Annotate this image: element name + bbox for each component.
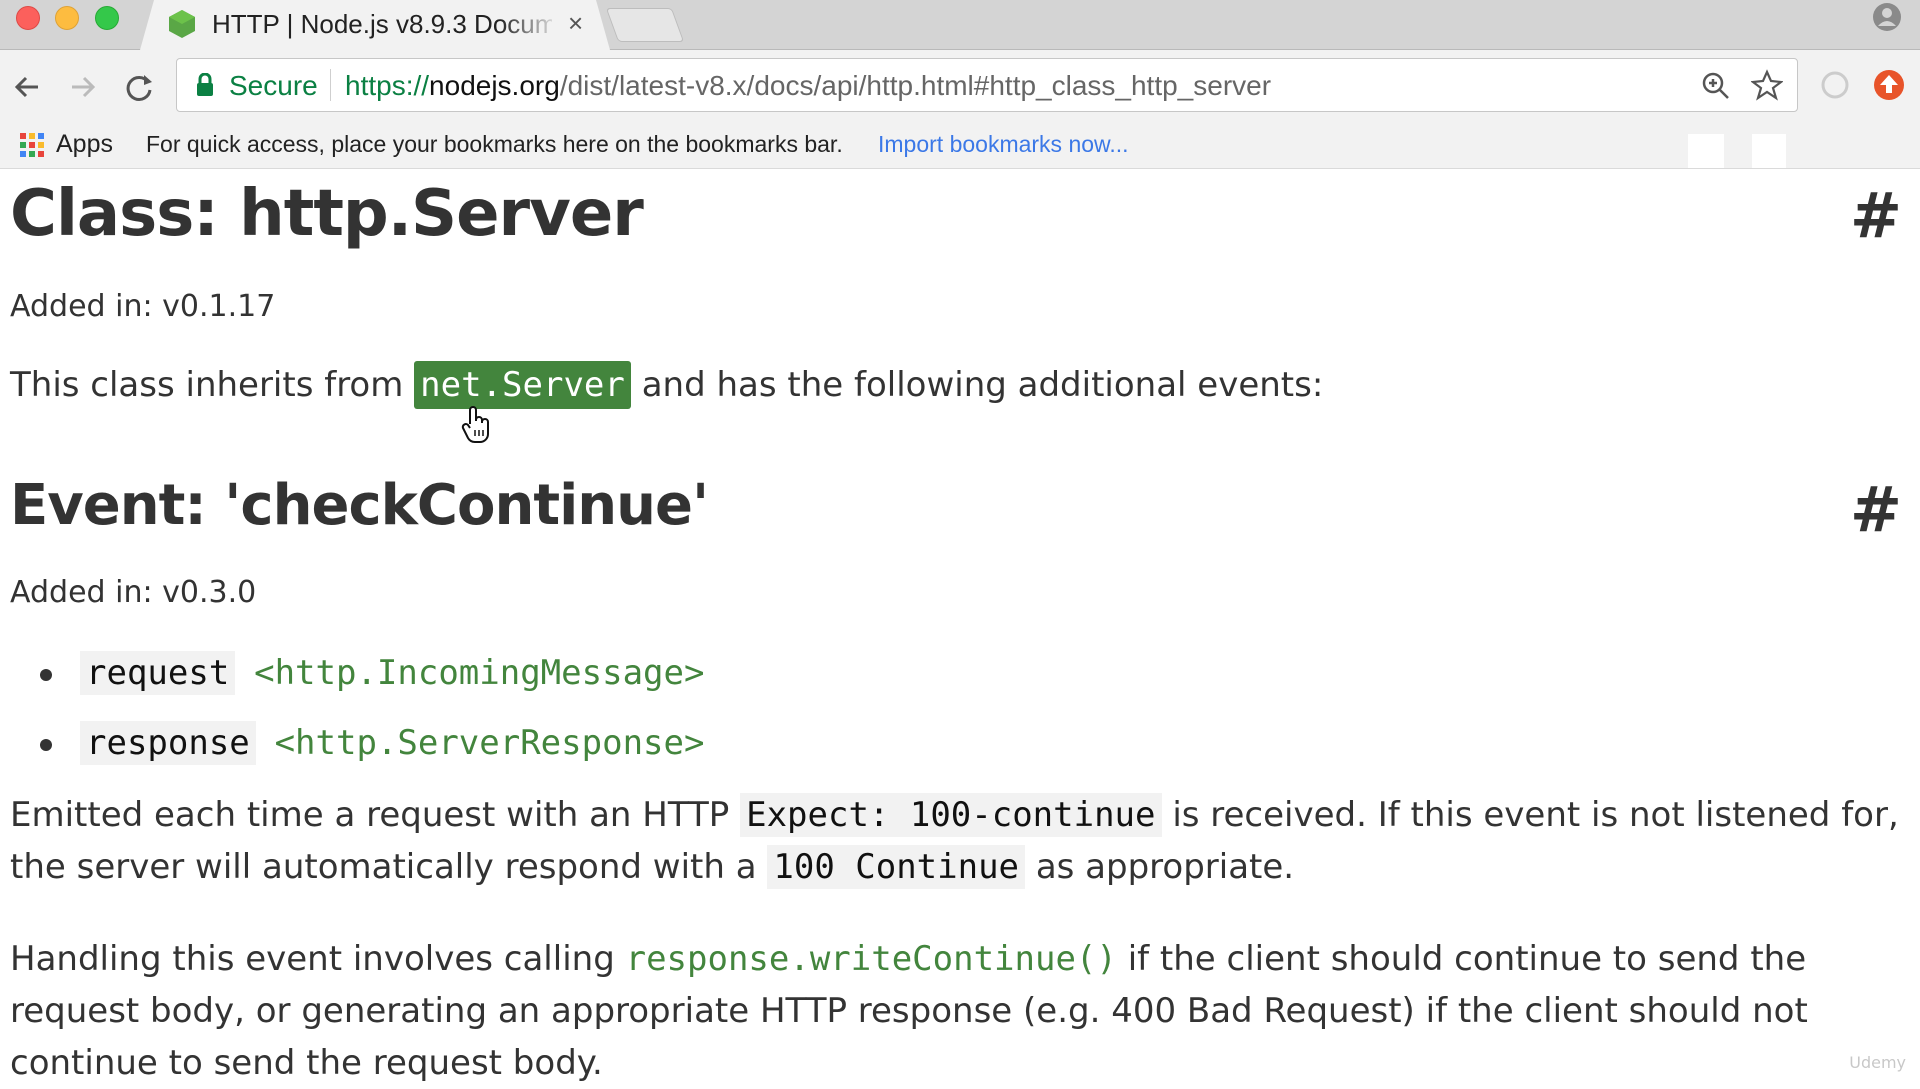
- param-name: response: [80, 721, 256, 765]
- close-window-button[interactable]: [16, 6, 40, 30]
- secure-label: Secure: [229, 70, 318, 101]
- class-anchor-link[interactable]: #: [1850, 179, 1902, 252]
- param-name: request: [80, 651, 236, 695]
- nodejs-hexagon-icon: [169, 10, 195, 38]
- maximize-window-button[interactable]: [95, 6, 119, 30]
- tab-strip: HTTP | Node.js v8.9.3 Docume ×: [0, 0, 1920, 50]
- write-continue-link[interactable]: response.writeContinue(): [626, 939, 1117, 979]
- class-heading: Class: http.Server: [10, 177, 644, 251]
- extension-upload-icon[interactable]: [1872, 68, 1906, 102]
- continue-code: 100 Continue: [767, 845, 1026, 889]
- minimize-window-button[interactable]: [55, 6, 79, 30]
- inherits-paragraph: This class inherits from net.Server and …: [10, 361, 1323, 409]
- browser-toolbar: Secure https://nodejs.org/dist/latest-v8…: [0, 50, 1920, 120]
- param-type-link[interactable]: <http.IncomingMessage>: [254, 653, 704, 693]
- param-type-link[interactable]: <http.ServerResponse>: [275, 723, 705, 763]
- back-arrow-icon[interactable]: [10, 70, 44, 104]
- event-params-list: request <http.IncomingMessage> response …: [40, 643, 704, 783]
- tab-close-icon[interactable]: ×: [568, 8, 583, 39]
- hand-cursor-icon: [461, 406, 489, 444]
- expect-code: Expect: 100-continue: [740, 793, 1162, 837]
- apps-bookmark[interactable]: Apps: [56, 130, 113, 159]
- lock-icon: [197, 73, 213, 96]
- new-tab-button[interactable]: [605, 8, 685, 42]
- address-bar[interactable]: Secure https://nodejs.org/dist/latest-v8…: [176, 58, 1798, 112]
- list-item: response <http.ServerResponse>: [40, 713, 704, 783]
- page-content: Class: http.Server # Added in: v0.1.17 T…: [0, 169, 1920, 1083]
- zoom-icon[interactable]: [1701, 71, 1731, 101]
- handling-paragraph: Handling this event involves calling res…: [10, 939, 1808, 1083]
- emit-paragraph: Emitted each time a request with an HTTP…: [10, 793, 1899, 889]
- bookmark-star-icon[interactable]: [1751, 69, 1783, 101]
- class-added-in: Added in: v0.1.17: [10, 289, 276, 324]
- apps-grid-icon[interactable]: [18, 131, 46, 159]
- event-added-in: Added in: v0.3.0: [10, 575, 257, 610]
- event-heading: Event: 'checkContinue': [10, 473, 709, 538]
- profile-icon[interactable]: [1872, 2, 1902, 32]
- extension-icon[interactable]: [1818, 68, 1852, 102]
- event-anchor-link[interactable]: #: [1850, 473, 1902, 546]
- browser-tab[interactable]: HTTP | Node.js v8.9.3 Docume ×: [140, 0, 610, 50]
- reload-icon[interactable]: [122, 70, 156, 104]
- watermark-logo: Udemy: [1849, 1053, 1906, 1072]
- bookmarks-bar: Apps For quick access, place your bookma…: [0, 120, 1920, 169]
- list-item: request <http.IncomingMessage>: [40, 643, 704, 713]
- forward-arrow-icon[interactable]: [66, 70, 100, 104]
- bookmarks-hint: For quick access, place your bookmarks h…: [146, 131, 843, 157]
- url-text[interactable]: https://nodejs.org/dist/latest-v8.x/docs…: [345, 70, 1271, 102]
- net-server-link[interactable]: net.Server: [414, 361, 631, 409]
- import-bookmarks-link[interactable]: Import bookmarks now...: [878, 131, 1129, 158]
